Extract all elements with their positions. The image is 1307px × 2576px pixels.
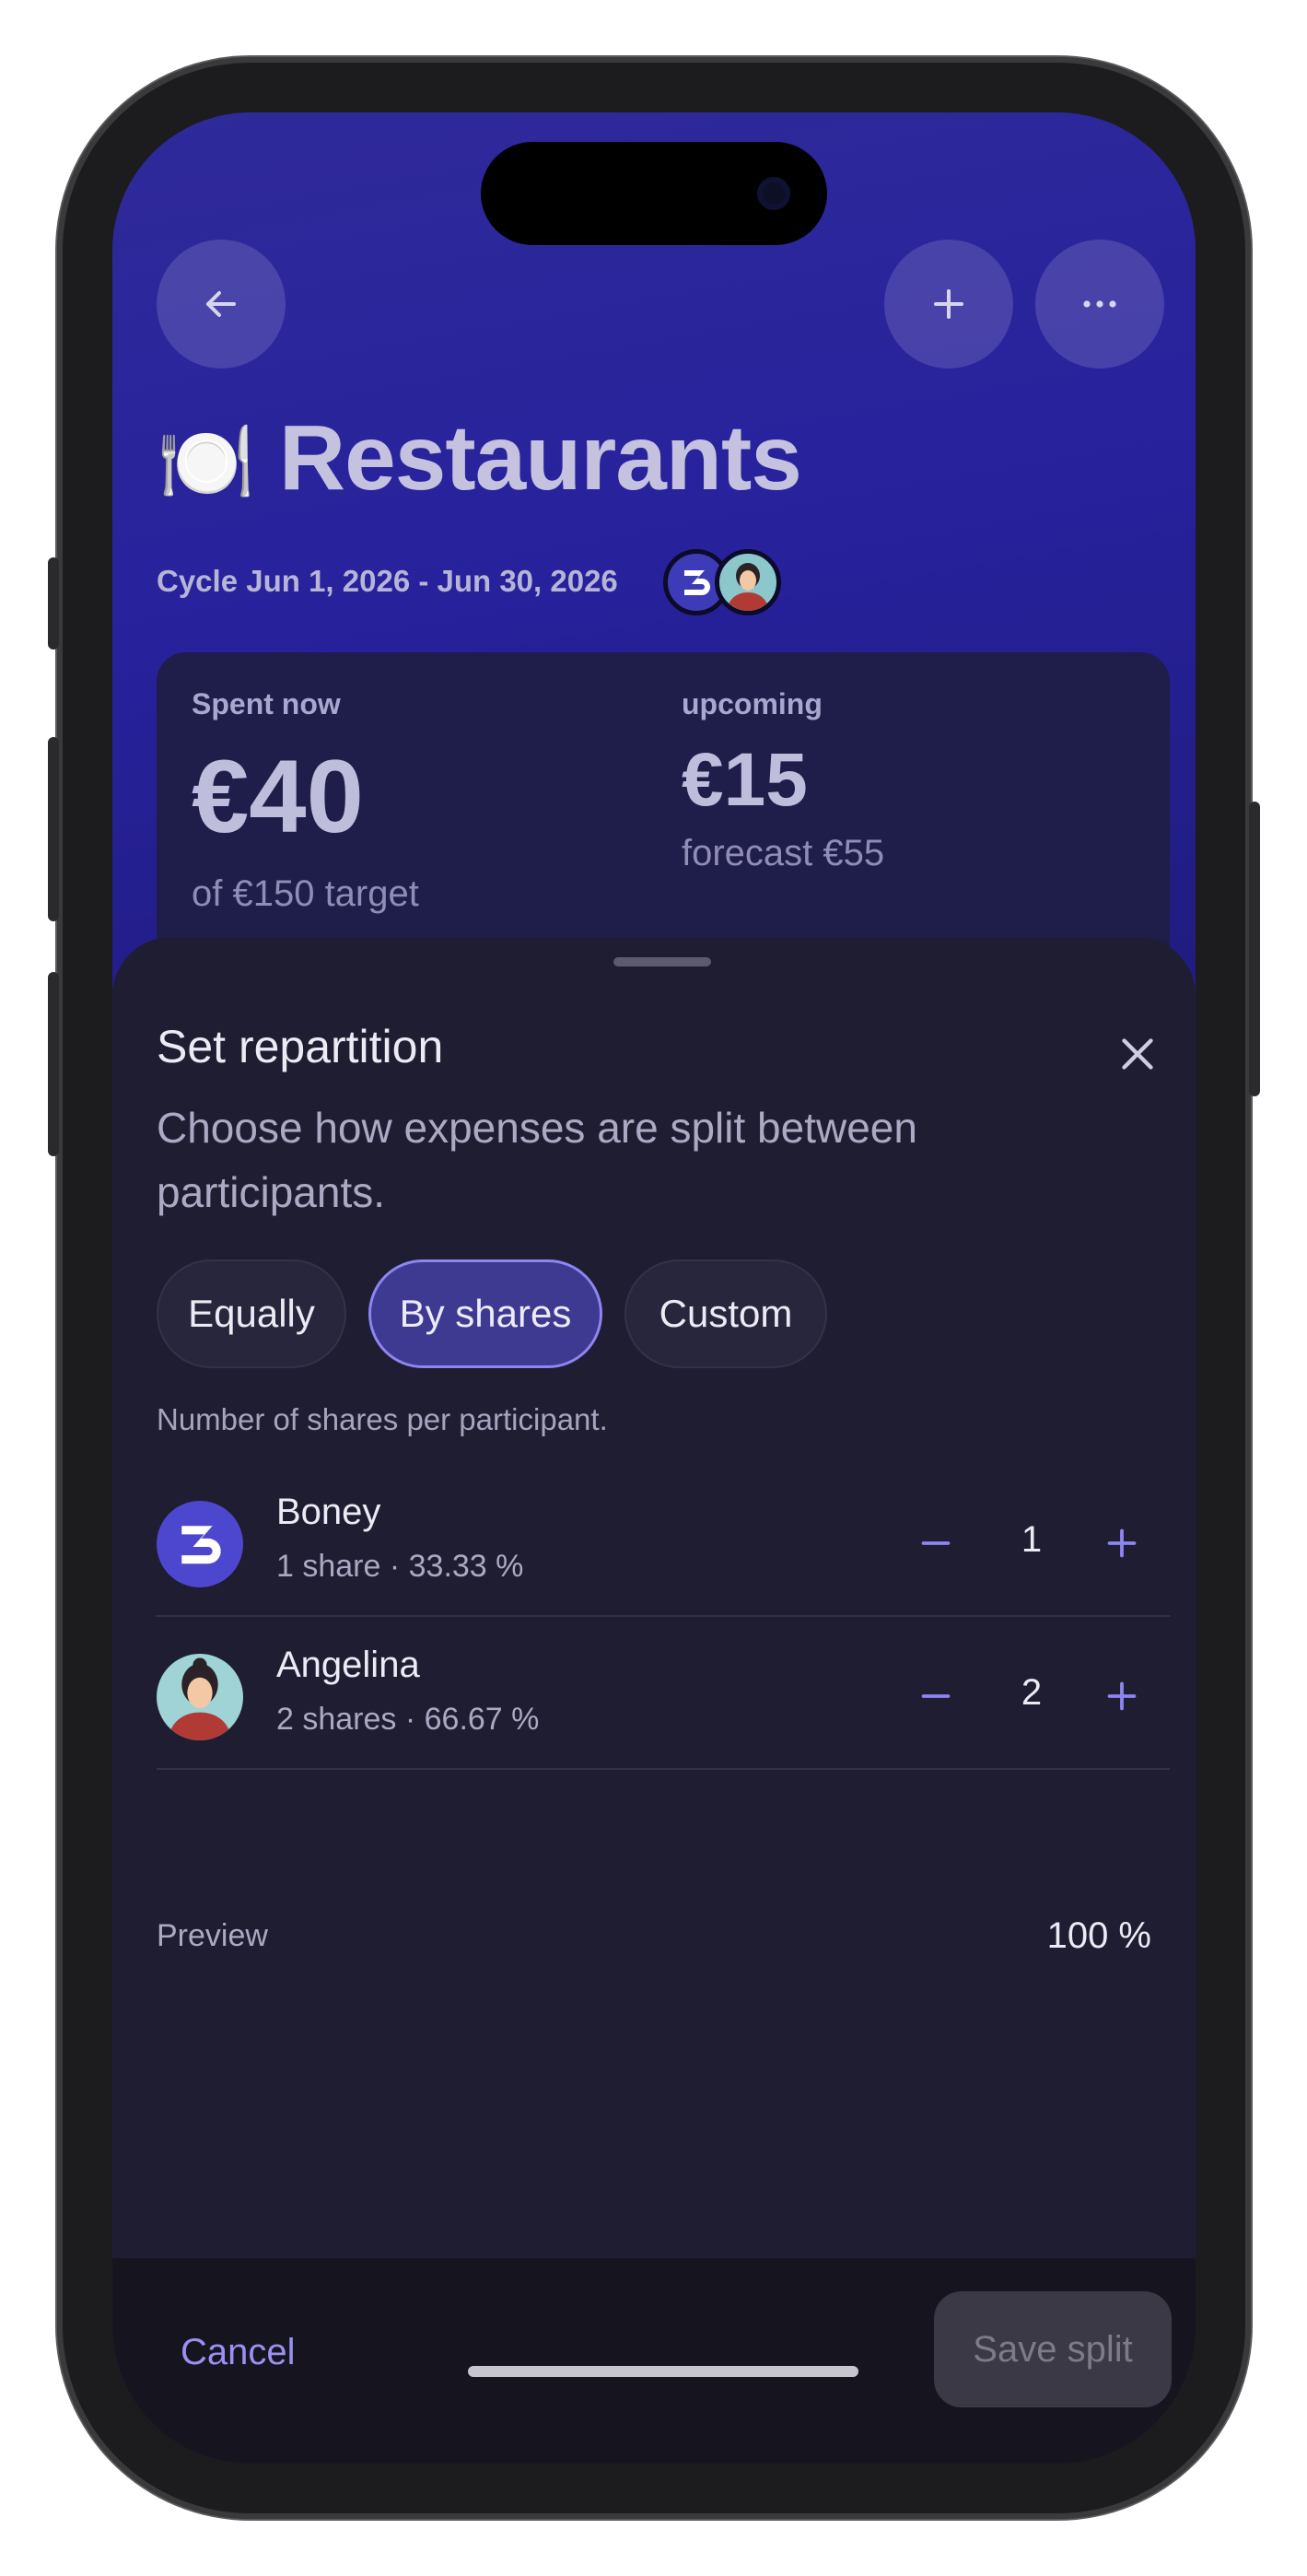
- cancel-button[interactable]: Cancel: [181, 2332, 296, 2373]
- participant-share-info: 1 share · 33.33 %: [276, 1549, 524, 1584]
- minus-icon: [921, 1694, 951, 1698]
- upcoming-label: upcoming: [682, 687, 823, 720]
- more-horizontal-icon: [1083, 300, 1116, 308]
- camera-icon: [757, 177, 790, 210]
- participant-row-angelina: Angelina 2 shares · 66.67 % 2: [157, 1617, 1170, 1770]
- minus-icon: [921, 1541, 951, 1545]
- share-count: 2: [1021, 1672, 1043, 1713]
- member-avatar-angelina[interactable]: [715, 549, 781, 615]
- mode-hint: Number of shares per participant.: [157, 1402, 608, 1436]
- budget-summary-card: Spent now €40 of €150 target upcoming €1…: [157, 652, 1170, 984]
- row-divider: [157, 1768, 1170, 1770]
- increment-shares-button[interactable]: [1094, 1516, 1149, 1571]
- home-indicator[interactable]: [468, 2366, 858, 2377]
- more-button[interactable]: [1035, 240, 1164, 369]
- plus-icon: [1107, 1528, 1137, 1558]
- volume-up-button: [48, 737, 59, 921]
- repartition-sheet: Set repartition Choose how expenses are …: [112, 937, 1196, 2464]
- save-split-button[interactable]: Save split: [934, 2291, 1172, 2407]
- volume-down-button: [48, 972, 59, 1156]
- back-button[interactable]: [157, 240, 286, 369]
- close-button[interactable]: [1111, 1027, 1164, 1081]
- dynamic-island: [481, 142, 827, 245]
- app-screen: 🍽️ Restaurants Cycle Jun 1, 2026 - Jun 3…: [112, 112, 1196, 2464]
- arrow-left-icon: [206, 291, 236, 317]
- increment-shares-button[interactable]: [1094, 1669, 1149, 1724]
- preview-total: 100 %: [1046, 1915, 1151, 1956]
- power-button: [1249, 802, 1260, 1096]
- spent-value: €40: [192, 739, 364, 854]
- mode-custom[interactable]: Custom: [624, 1259, 827, 1368]
- page-title: 🍽️ Restaurants: [157, 405, 802, 511]
- add-button[interactable]: [884, 240, 1013, 369]
- plus-icon: [1107, 1681, 1137, 1711]
- sheet-footer: Cancel Save split: [112, 2258, 1196, 2464]
- plus-icon: [934, 289, 963, 319]
- decrement-shares-button[interactable]: [908, 1516, 963, 1571]
- woman-avatar: [157, 1654, 243, 1740]
- decrement-shares-button[interactable]: [908, 1669, 963, 1724]
- category-emoji: 🍽️: [157, 416, 255, 509]
- sheet-description: Choose how expenses are split between pa…: [157, 1104, 917, 1216]
- participant-share-info: 2 shares · 66.67 %: [276, 1702, 540, 1737]
- upcoming-value: €15: [682, 738, 808, 822]
- sheet-drag-handle[interactable]: [613, 957, 711, 966]
- logo-b-avatar: [157, 1501, 243, 1587]
- target-text: of €150 target: [192, 873, 419, 914]
- close-icon: [1122, 1038, 1153, 1070]
- participant-name: Angelina: [276, 1645, 420, 1685]
- participant-row-boney: Boney 1 share · 33.33 % 1: [157, 1464, 1170, 1617]
- mode-by-shares[interactable]: By shares: [368, 1259, 602, 1368]
- spent-label: Spent now: [192, 687, 341, 720]
- sheet-title: Set repartition: [157, 1021, 444, 1072]
- silent-switch: [48, 557, 59, 650]
- mode-equally[interactable]: Equally: [157, 1259, 346, 1368]
- cycle-dates: Cycle Jun 1, 2026 - Jun 30, 2026: [157, 564, 618, 598]
- participant-name: Boney: [276, 1492, 381, 1532]
- category-title: Restaurants: [278, 406, 802, 509]
- share-count: 1: [1021, 1519, 1043, 1560]
- preview-label: Preview: [157, 1918, 268, 1953]
- forecast-text: forecast €55: [682, 833, 885, 873]
